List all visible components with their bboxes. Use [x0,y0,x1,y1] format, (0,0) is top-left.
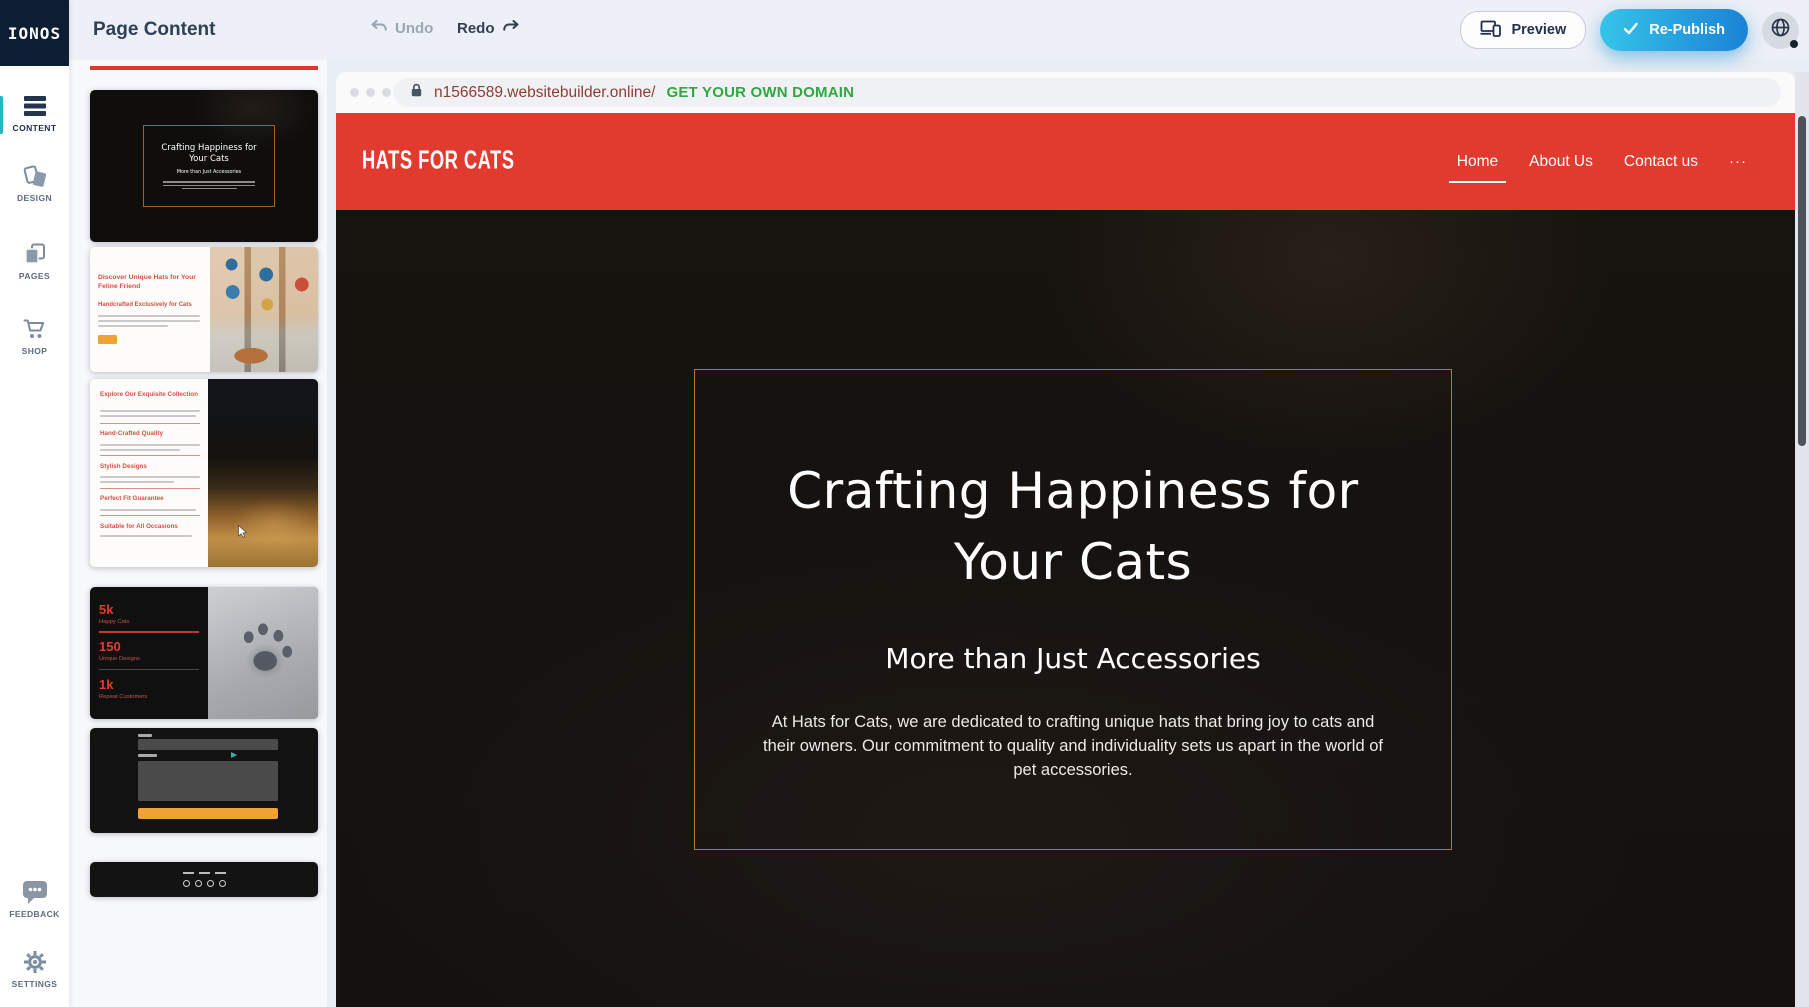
section-thumb-hero[interactable]: Crafting Happiness for Your Cats More th… [90,90,318,242]
page-content-panel: Crafting Happiness for Your Cats More th… [69,60,327,1007]
site-preview-frame: n1566589.websitebuilder.online/ GET YOUR… [336,72,1795,1007]
preview-scrollbar [1795,72,1809,1007]
check-icon [1623,22,1638,39]
sidebar-item-pages[interactable]: PAGES [0,240,69,281]
section-thumb-features[interactable]: Discover Unique Hats for Your Feline Fri… [90,247,318,372]
footer-links-skeleton [90,872,318,874]
site-logo[interactable]: HATS FOR CATS [362,147,514,176]
get-domain-link[interactable]: GET YOUR OWN DOMAIN [666,84,854,101]
hero-thumb-box: Crafting Happiness for Your Cats More th… [143,125,275,207]
hero-title: Crafting Happiness for Your Cats [695,456,1451,598]
ionos-logo: IONOS [0,0,69,66]
stat-value-2: 150 [99,640,199,654]
nav-more-icon[interactable]: ··· [1729,153,1747,170]
preview-scrollbar-thumb[interactable] [1798,116,1806,446]
content-icon [0,92,69,120]
design-icon [0,162,69,190]
sidebar-item-shop[interactable]: SHOP [0,315,69,356]
globe-icon [1770,17,1791,43]
form-input-skeleton [138,739,278,750]
top-toolbar: Page Content Undo Redo Preview Re-Publis… [69,0,1809,60]
stat-label-2: Unique Designs [99,656,199,662]
features-thumb-heading: Discover Unique Hats for Your Feline Fri… [98,273,208,291]
hero-section[interactable]: Crafting Happiness for Your Cats More th… [336,210,1795,1007]
form-textarea-skeleton [138,761,278,801]
toolbar-actions: Preview Re-Publish [1460,9,1799,51]
form-submit-button-skeleton [138,808,278,819]
nav-about-us[interactable]: About Us [1529,153,1593,171]
hero-thumb-title-line1: Crafting Happiness for [161,143,256,154]
panel-accent-line [90,66,318,70]
sidebar-item-content[interactable]: CONTENT [0,92,69,133]
form-label-skeleton [138,734,152,737]
stat-label-3: Repeat Customers [99,694,199,700]
browser-chrome: n1566589.websitebuilder.online/ GET YOUR… [336,72,1795,113]
sidebar-item-feedback[interactable]: FEEDBACK [0,878,69,919]
devices-icon [1480,20,1502,41]
language-globe-button[interactable] [1762,12,1799,49]
address-bar[interactable]: n1566589.websitebuilder.online/ GET YOUR… [394,78,1781,107]
sidebar: IONOS CONTENT DESIGN PAGES SHOP [0,0,69,1007]
republish-button[interactable]: Re-Publish [1600,9,1748,51]
hero-thumb-subtitle: More than Just Accessories [177,170,241,175]
preview-button[interactable]: Preview [1460,11,1586,49]
website-builder-app: IONOS CONTENT DESIGN PAGES SHOP [0,0,1809,1007]
site-nav: Home About Us Contact us ··· [1457,153,1747,171]
paw-print-photo [208,587,318,719]
stat-label-1: Happy Cats [99,619,199,625]
hero-subtitle: More than Just Accessories [695,642,1451,675]
street-market-photo [210,247,318,372]
sidebar-item-design[interactable]: DESIGN [0,162,69,203]
page-title: Page Content [93,19,215,41]
hero-thumb-title-line2: Your Cats [189,154,229,165]
site-url[interactable]: n1566589.websitebuilder.online/ [434,84,655,102]
sidebar-item-settings[interactable]: SETTINGS [0,948,69,989]
section-thumb-collection[interactable]: Explore Our Exquisite Collection Hand-Cr… [90,379,318,567]
undo-icon [369,20,388,37]
form-label-skeleton [138,754,157,757]
section-thumb-stats[interactable]: 5k Happy Cats 150 Unique Designs 1k Repe… [90,587,318,719]
hero-content-box[interactable]: Crafting Happiness for Your Cats More th… [694,369,1452,850]
redo-icon [502,20,521,37]
site-canvas[interactable]: HATS FOR CATS Home About Us Contact us ·… [336,113,1795,1007]
mouse-cursor [238,525,249,544]
stat-value-3: 1k [99,678,199,692]
site-header: HATS FOR CATS Home About Us Contact us ·… [336,113,1795,210]
settings-icon [0,948,69,976]
hero-body-text: At Hats for Cats, we are dedicated to cr… [755,711,1391,783]
collection-heading-4: Perfect Fit Guarantee [100,495,200,502]
nav-contact-us[interactable]: Contact us [1624,153,1698,171]
send-icon [231,752,237,758]
pages-icon [0,240,69,268]
text-skeleton [98,315,200,327]
section-thumb-footer[interactable] [90,862,318,897]
window-control-dots [350,88,391,97]
nav-home[interactable]: Home [1457,153,1498,171]
shop-icon [0,315,69,343]
undo-button[interactable]: Undo [369,20,433,37]
text-skeleton [159,180,259,190]
redo-button[interactable]: Redo [457,20,521,37]
section-thumb-contact-form[interactable] [90,728,318,833]
lock-icon [410,83,423,103]
feedback-icon [0,878,69,906]
stat-value-1: 5k [99,603,199,617]
cat-fur-photo [208,379,318,567]
footer-social-icons [90,880,318,887]
collection-heading-1: Explore Our Exquisite Collection [100,391,200,398]
features-thumb-cta-button [98,335,117,344]
collection-heading-2: Hand-Crafted Quality [100,430,200,437]
features-thumb-subheading: Handcrafted Exclusively for Cats [98,302,208,308]
collection-heading-5: Suitable for All Occasions [100,523,200,530]
collection-heading-3: Stylish Designs [100,463,200,470]
